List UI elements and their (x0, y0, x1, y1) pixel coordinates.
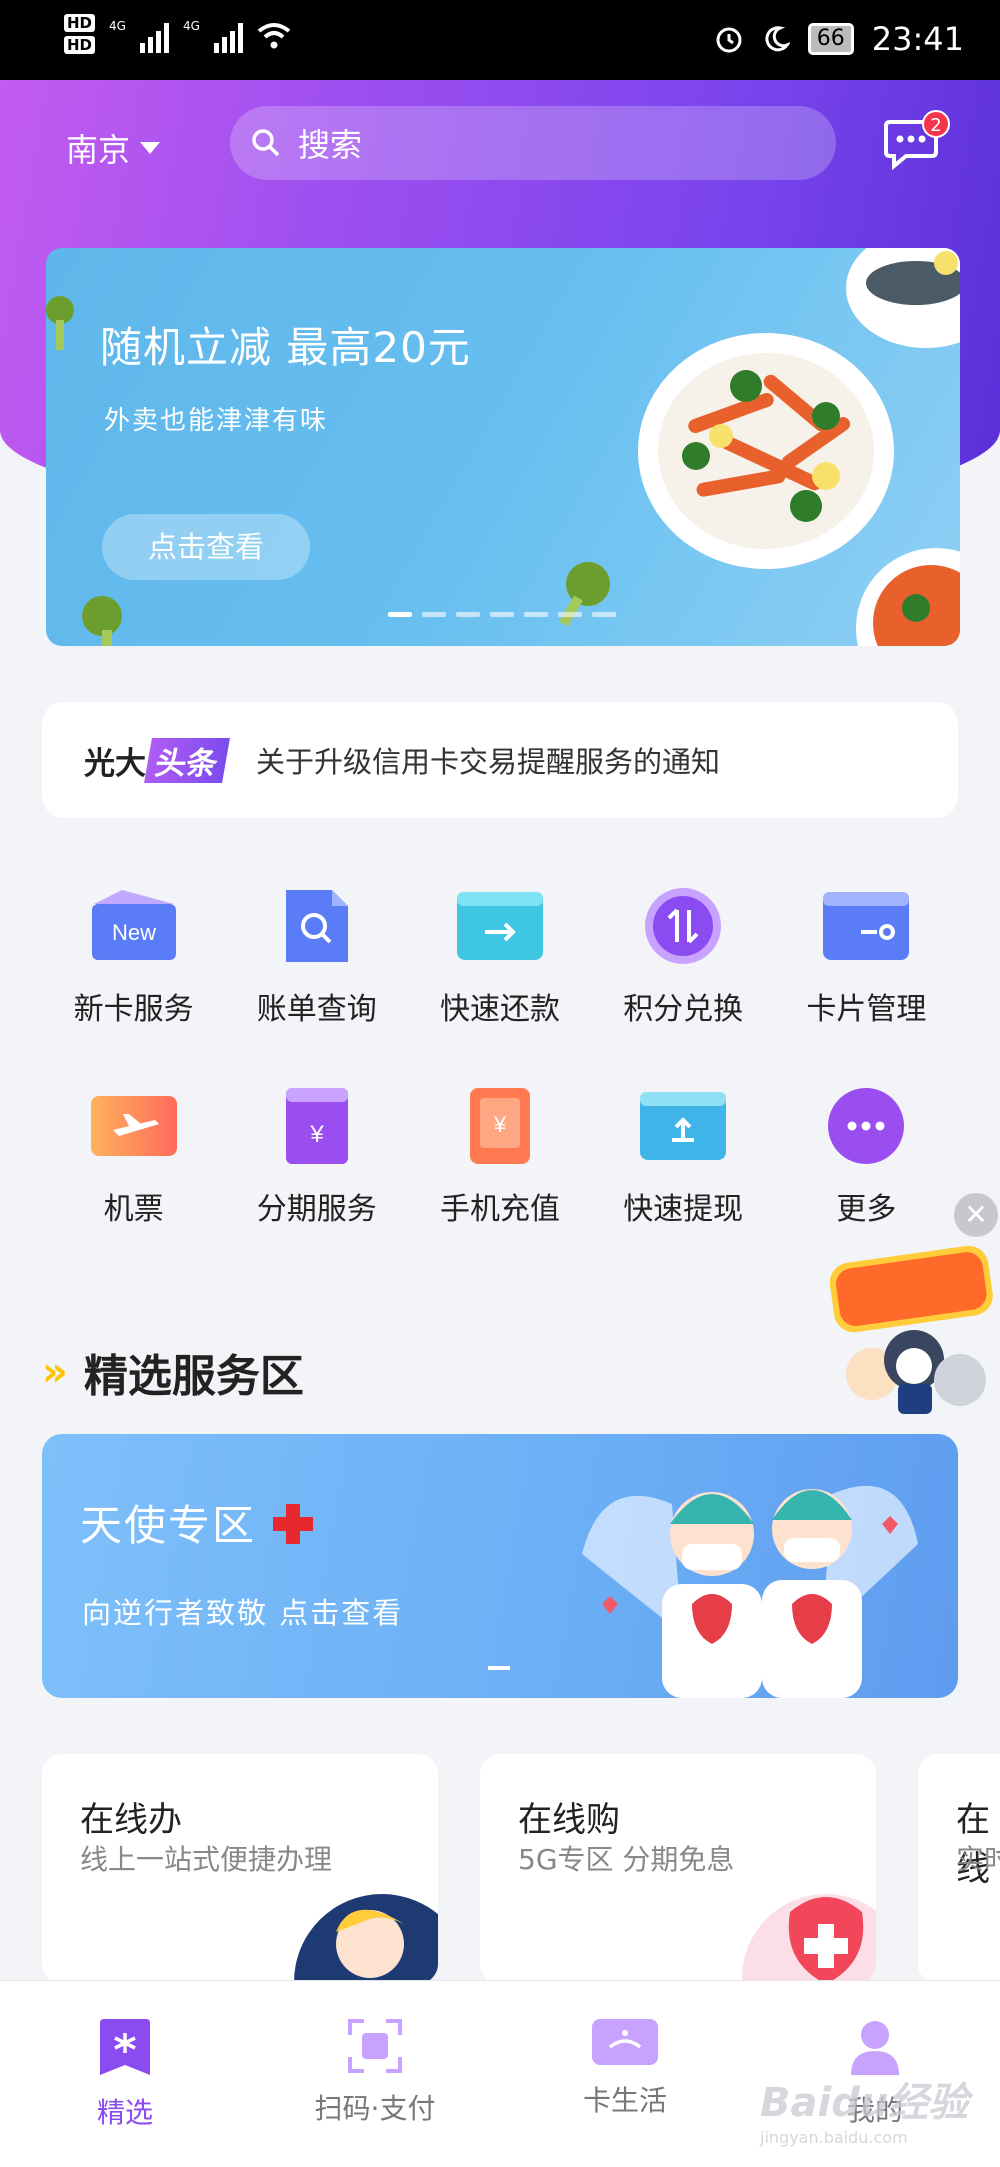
points-exchange-icon (645, 888, 722, 964)
card-online-service[interactable]: 在线办 线上一站式便捷办理 (42, 1754, 438, 1984)
svg-text:New: New (112, 920, 156, 945)
headline-logo-right: 头条 (144, 737, 230, 783)
baidu-watermark: Baidu经验 jingyan.baidu.com (760, 2080, 969, 2147)
broccoli-icon (46, 296, 74, 350)
angel-zone-banner[interactable]: 天使专区 向逆行者致敬 点击查看 (42, 1434, 958, 1698)
network-type-1: 4G (109, 19, 126, 33)
service-bill-search[interactable]: 账单查询 (225, 880, 408, 1028)
services-grid: New 新卡服务 账单查询 快速还款 积分兑换 卡片管理 机票 ¥ 分期服务 ¥… (42, 880, 958, 1228)
tab-scan-pay[interactable]: 扫码·支付 (250, 1981, 500, 2167)
promo-banner[interactable]: 随机立减 最高20元 外卖也能津津有味 点击查看 (46, 248, 960, 646)
fish-dish-image (846, 248, 960, 348)
cash-withdraw-icon (640, 1092, 727, 1160)
scan-pay-icon (348, 2019, 402, 2073)
service-label: 分期服务 (256, 1192, 377, 1227)
card-subtitle: 实时 (956, 1843, 1000, 1876)
service-label: 快速还款 (439, 992, 560, 1027)
network-type-2: 4G (182, 19, 200, 33)
message-badge: 2 (922, 110, 950, 138)
service-label: 卡片管理 (806, 992, 927, 1027)
headline-news-bar[interactable]: 光大 头条 关于升级信用卡交易提醒服务的通知 (42, 702, 958, 818)
side-dish-image (856, 548, 960, 646)
tab-card-life[interactable]: 卡生活 (500, 1981, 750, 2167)
city-label: 南京 (66, 131, 131, 169)
service-label: 手机充值 (439, 1192, 560, 1227)
signal-icon (139, 19, 169, 53)
clock: 23:41 (871, 20, 964, 58)
new-card-icon: New (91, 890, 176, 960)
card-online-shop[interactable]: 在线购 5G专区 分期免息 (480, 1754, 876, 1984)
angel-title: 天使专区 (80, 1492, 315, 1553)
search-icon (252, 129, 280, 157)
service-label: 积分兑换 (623, 992, 744, 1027)
status-bar: HD HD 4G 4G 66 23:41 (0, 0, 1000, 80)
section-header: » 精选服务区 (42, 1340, 304, 1404)
wifi-icon (257, 23, 291, 49)
red-cross-icon (273, 1504, 314, 1544)
service-cash-withdraw[interactable]: 快速提现 (592, 1080, 775, 1228)
tab-featured[interactable]: 精选 (0, 1981, 250, 2167)
service-card-manage[interactable]: 卡片管理 (775, 880, 958, 1028)
search-placeholder: 搜索 (298, 126, 363, 164)
tab-label: 精选 (96, 2096, 153, 2129)
boy-illustration (294, 1894, 438, 1984)
do-not-disturb-icon (765, 26, 790, 52)
medical-bag-illustration (742, 1894, 876, 1984)
hd-indicator: HD HD (64, 14, 96, 58)
banner-title: 随机立减 最高20元 (100, 323, 471, 372)
featured-icon (100, 2019, 150, 2075)
tab-label: 卡生活 (582, 2084, 667, 2117)
service-label: 新卡服务 (73, 992, 194, 1027)
quick-repay-icon (456, 892, 543, 960)
more-icon (828, 1088, 905, 1164)
service-phone-topup[interactable]: ¥ 手机充值 (408, 1080, 591, 1228)
installment-icon: ¥ (285, 1088, 348, 1164)
nurses-illustration (582, 1485, 918, 1698)
battery-indicator: 66 (807, 23, 854, 55)
headline-text: 关于升级信用卡交易提醒服务的通知 (256, 745, 721, 779)
banner-subtitle: 外卖也能津津有味 (104, 406, 329, 436)
service-more[interactable]: 更多 (775, 1080, 958, 1228)
svg-text:¥: ¥ (493, 1112, 507, 1137)
floating-pet-promo[interactable] (822, 1240, 1000, 1428)
service-label: 机票 (103, 1192, 164, 1227)
service-label: 更多 (836, 1192, 897, 1227)
city-selector[interactable]: 南京 (66, 125, 161, 171)
section-title: 精选服务区 (83, 1351, 304, 1402)
card-subtitle: 5G专区 分期免息 (518, 1843, 735, 1876)
broccoli-icon (559, 562, 610, 627)
service-installment[interactable]: ¥ 分期服务 (225, 1080, 408, 1228)
card-title: 在线办 (80, 1800, 182, 1840)
tab-label: 扫码·支付 (314, 2092, 436, 2125)
chevron-right-icon: » (42, 1349, 68, 1395)
profile-icon (851, 2021, 899, 2075)
search-input[interactable]: 搜索 (230, 106, 836, 180)
card-manage-icon (823, 892, 910, 960)
food-plate-image (638, 333, 894, 569)
angel-subtitle[interactable]: 向逆行者致敬 点击查看 (82, 1590, 403, 1632)
service-flight[interactable]: 机票 (42, 1080, 225, 1228)
service-quick-repay[interactable]: 快速还款 (408, 880, 591, 1028)
svg-text:¥: ¥ (309, 1121, 324, 1148)
card-title: 在线购 (518, 1800, 620, 1840)
close-icon[interactable]: ✕ (954, 1193, 998, 1237)
bill-search-icon (285, 890, 348, 962)
headline-logo-left: 光大 (84, 745, 146, 782)
signal-icon-2 (213, 19, 243, 53)
service-new-card[interactable]: New 新卡服务 (42, 880, 225, 1028)
flight-icon (90, 1096, 177, 1156)
headline-logo: 光大 头条 (84, 737, 230, 783)
caret-down-icon (140, 142, 161, 154)
banner-view-button[interactable]: 点击查看 (102, 514, 310, 580)
alarm-icon (716, 27, 742, 53)
service-label: 快速提现 (623, 1192, 744, 1227)
service-label: 账单查询 (256, 992, 377, 1027)
service-points-exchange[interactable]: 积分兑换 (592, 880, 775, 1028)
phone-topup-icon: ¥ (469, 1088, 530, 1164)
broccoli-icon (82, 596, 122, 646)
card-online-partial[interactable]: 在线 实时 (918, 1754, 1000, 1984)
carousel-indicator (488, 1666, 510, 1670)
carousel-dots (388, 612, 616, 617)
card-life-icon (592, 2019, 658, 2065)
